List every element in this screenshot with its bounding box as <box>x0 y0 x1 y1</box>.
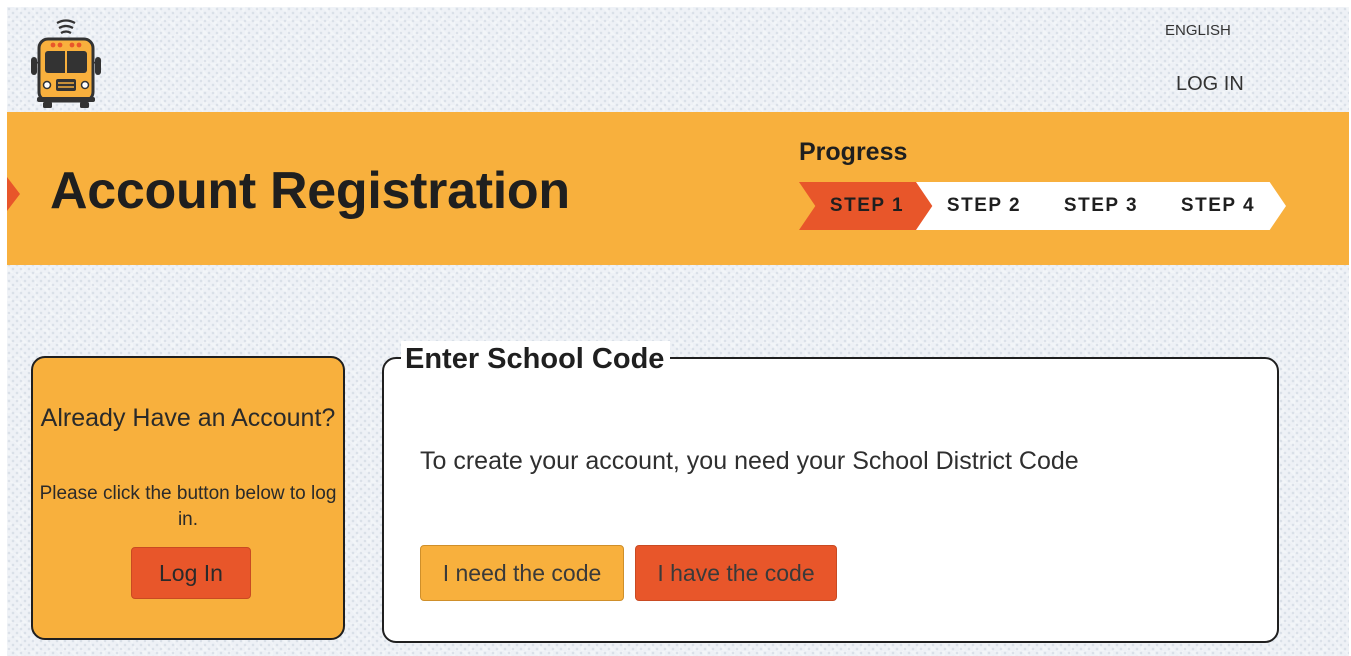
school-code-panel: Enter School Code To create your account… <box>382 341 1279 643</box>
existing-account-text: Please click the button below to log in. <box>39 483 337 530</box>
school-bus-logo-svg <box>31 19 101 108</box>
header-login-link[interactable]: LOG IN <box>1176 73 1244 96</box>
school-code-legend: Enter School Code <box>401 341 671 377</box>
progress-label: Progress <box>799 138 908 166</box>
language-link[interactable]: ENGLISH <box>1165 22 1231 39</box>
have-code-button[interactable]: I have the code <box>635 545 837 601</box>
step-2: STEP 2 <box>916 182 1052 230</box>
school-bus-icon[interactable] <box>29 17 103 109</box>
step-3: STEP 3 <box>1033 182 1169 230</box>
school-code-description: To create your account, you need your Sc… <box>420 447 1079 475</box>
existing-account-card: Already Have an Account? Please click th… <box>31 356 345 640</box>
page: ENGLISH LOG IN Account Registration Prog… <box>7 7 1349 656</box>
need-code-button[interactable]: I need the code <box>420 545 624 601</box>
page-title: Account Registration <box>50 162 570 220</box>
step-4: STEP 4 <box>1150 182 1286 230</box>
step-1: STEP 1 <box>799 182 935 230</box>
log-in-button[interactable]: Log In <box>131 547 251 599</box>
progress-steps: STEP 1 STEP 2 STEP 3 STEP 4 <box>799 182 1299 230</box>
registration-banner: Account Registration Progress STEP 1 STE… <box>7 112 1349 265</box>
banner-arrow-icon <box>7 177 20 211</box>
existing-account-title: Already Have an Account? <box>40 404 336 432</box>
